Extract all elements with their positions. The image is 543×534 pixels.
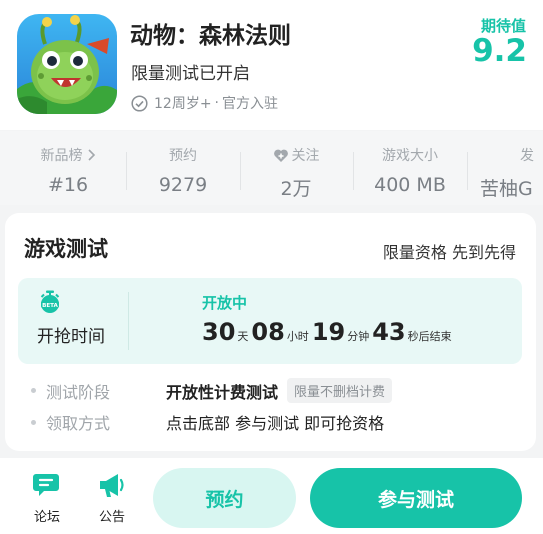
countdown-hours: 08 — [251, 318, 285, 346]
meta-separator: · — [214, 95, 219, 111]
info-value: 开放性计费测试 — [166, 382, 279, 402]
stat-value: 苦柚G — [480, 178, 533, 200]
divider — [353, 152, 354, 190]
test-time-box: BETA 开抢时间 开放中 30 天 08 小时 19 分钟 43 秒后结束 — [18, 278, 522, 364]
stat-reservations: 预约 9279 — [145, 145, 221, 196]
join-test-button[interactable]: 参与测试 — [310, 468, 522, 528]
stat-value: 2万 — [280, 178, 312, 200]
stat-value: 9279 — [158, 174, 208, 196]
divider — [240, 152, 241, 190]
notice-label: 公告 — [98, 510, 125, 525]
stat-publisher[interactable]: 发 苦柚G — [480, 145, 543, 201]
countdown-days: 30 — [202, 318, 236, 346]
forum-button[interactable]: 论坛 — [25, 470, 69, 525]
stat-value: #16 — [47, 174, 89, 196]
game-test-card: 游戏测试 限量资格 先到先得 BETA 开抢时间 开放中 30 天 08 小时 … — [5, 213, 536, 451]
test-status: 开放中 — [202, 294, 248, 312]
stat-size: 游戏大小 400 MB — [368, 145, 452, 196]
card-title: 游戏测试 — [24, 237, 108, 261]
stat-label: 预约 — [169, 148, 197, 164]
stat-label: 新品榜 — [40, 148, 83, 164]
info-key: 测试阶段 — [46, 382, 111, 402]
stat-label: 游戏大小 — [382, 148, 438, 164]
stat-ranking[interactable]: 新品榜 #16 — [30, 145, 106, 196]
countdown-seconds-unit: 秒后结束 — [407, 330, 452, 343]
card-note: 限量资格 先到先得 — [382, 243, 516, 262]
beta-clock-icon: BETA — [40, 290, 60, 313]
app-icon[interactable] — [17, 14, 117, 114]
bottom-action-bar: 论坛 公告 预约 参与测试 — [0, 458, 543, 534]
forum-chat-icon — [33, 474, 59, 496]
info-key: 领取方式 — [46, 414, 111, 433]
test-type-tag: 限量不删档计费 — [287, 378, 393, 403]
game-header: 动物：森林法则 限量测试已开启 12周岁+ · 官方入驻 期待值 9.2 — [0, 0, 543, 130]
stat-value: 400 MB — [374, 174, 446, 196]
official-badge: 官方入驻 — [222, 96, 278, 112]
info-value: 点击底部 参与测试 即可抢资格 — [166, 414, 385, 433]
countdown-hours-unit: 小时 — [286, 330, 309, 343]
stat-label: 关注 — [291, 148, 320, 164]
countdown-minutes: 19 — [311, 318, 346, 346]
countdown-seconds: 43 — [372, 318, 406, 346]
app-tagline: 限量测试已开启 — [131, 64, 250, 84]
notice-button[interactable]: 公告 — [90, 470, 134, 525]
forum-label: 论坛 — [33, 510, 60, 525]
megaphone-icon — [100, 474, 124, 497]
divider — [126, 152, 127, 190]
stats-bar: 新品榜 #16 预约 9279 关注 2万 游戏大小 400 MB 发 苦柚G — [0, 131, 543, 205]
countdown-days-unit: 天 — [237, 330, 249, 343]
bullet-dot — [31, 419, 36, 425]
divider — [467, 152, 468, 190]
claim-method-row: 领取方式 点击底部 参与测试 即可抢资格 — [31, 410, 384, 434]
rating-value: 9.2 — [472, 33, 527, 69]
chevron-right-icon — [87, 149, 95, 161]
stat-follow[interactable]: 关注 2万 — [258, 145, 334, 201]
heart-plus-icon — [273, 149, 288, 162]
test-stage-row: 测试阶段 开放性计费测试 限量不删档计费 — [31, 378, 393, 403]
verified-check-icon — [131, 94, 148, 112]
bullet-dot — [31, 388, 36, 393]
app-meta: 12周岁+ · 官方入驻 — [131, 93, 278, 113]
stat-label: 发 — [520, 148, 534, 164]
countdown-minutes-unit: 分钟 — [347, 330, 370, 343]
svg-text:BETA: BETA — [42, 303, 58, 309]
countdown: 30 天 08 小时 19 分钟 43 秒后结束 — [202, 318, 455, 346]
app-name: 动物：森林法则 — [130, 23, 291, 49]
reserve-button[interactable]: 预约 — [153, 468, 296, 528]
age-rating: 12周岁+ — [154, 96, 212, 112]
grab-time-label: 开抢时间 — [37, 327, 105, 347]
divider — [128, 292, 129, 350]
